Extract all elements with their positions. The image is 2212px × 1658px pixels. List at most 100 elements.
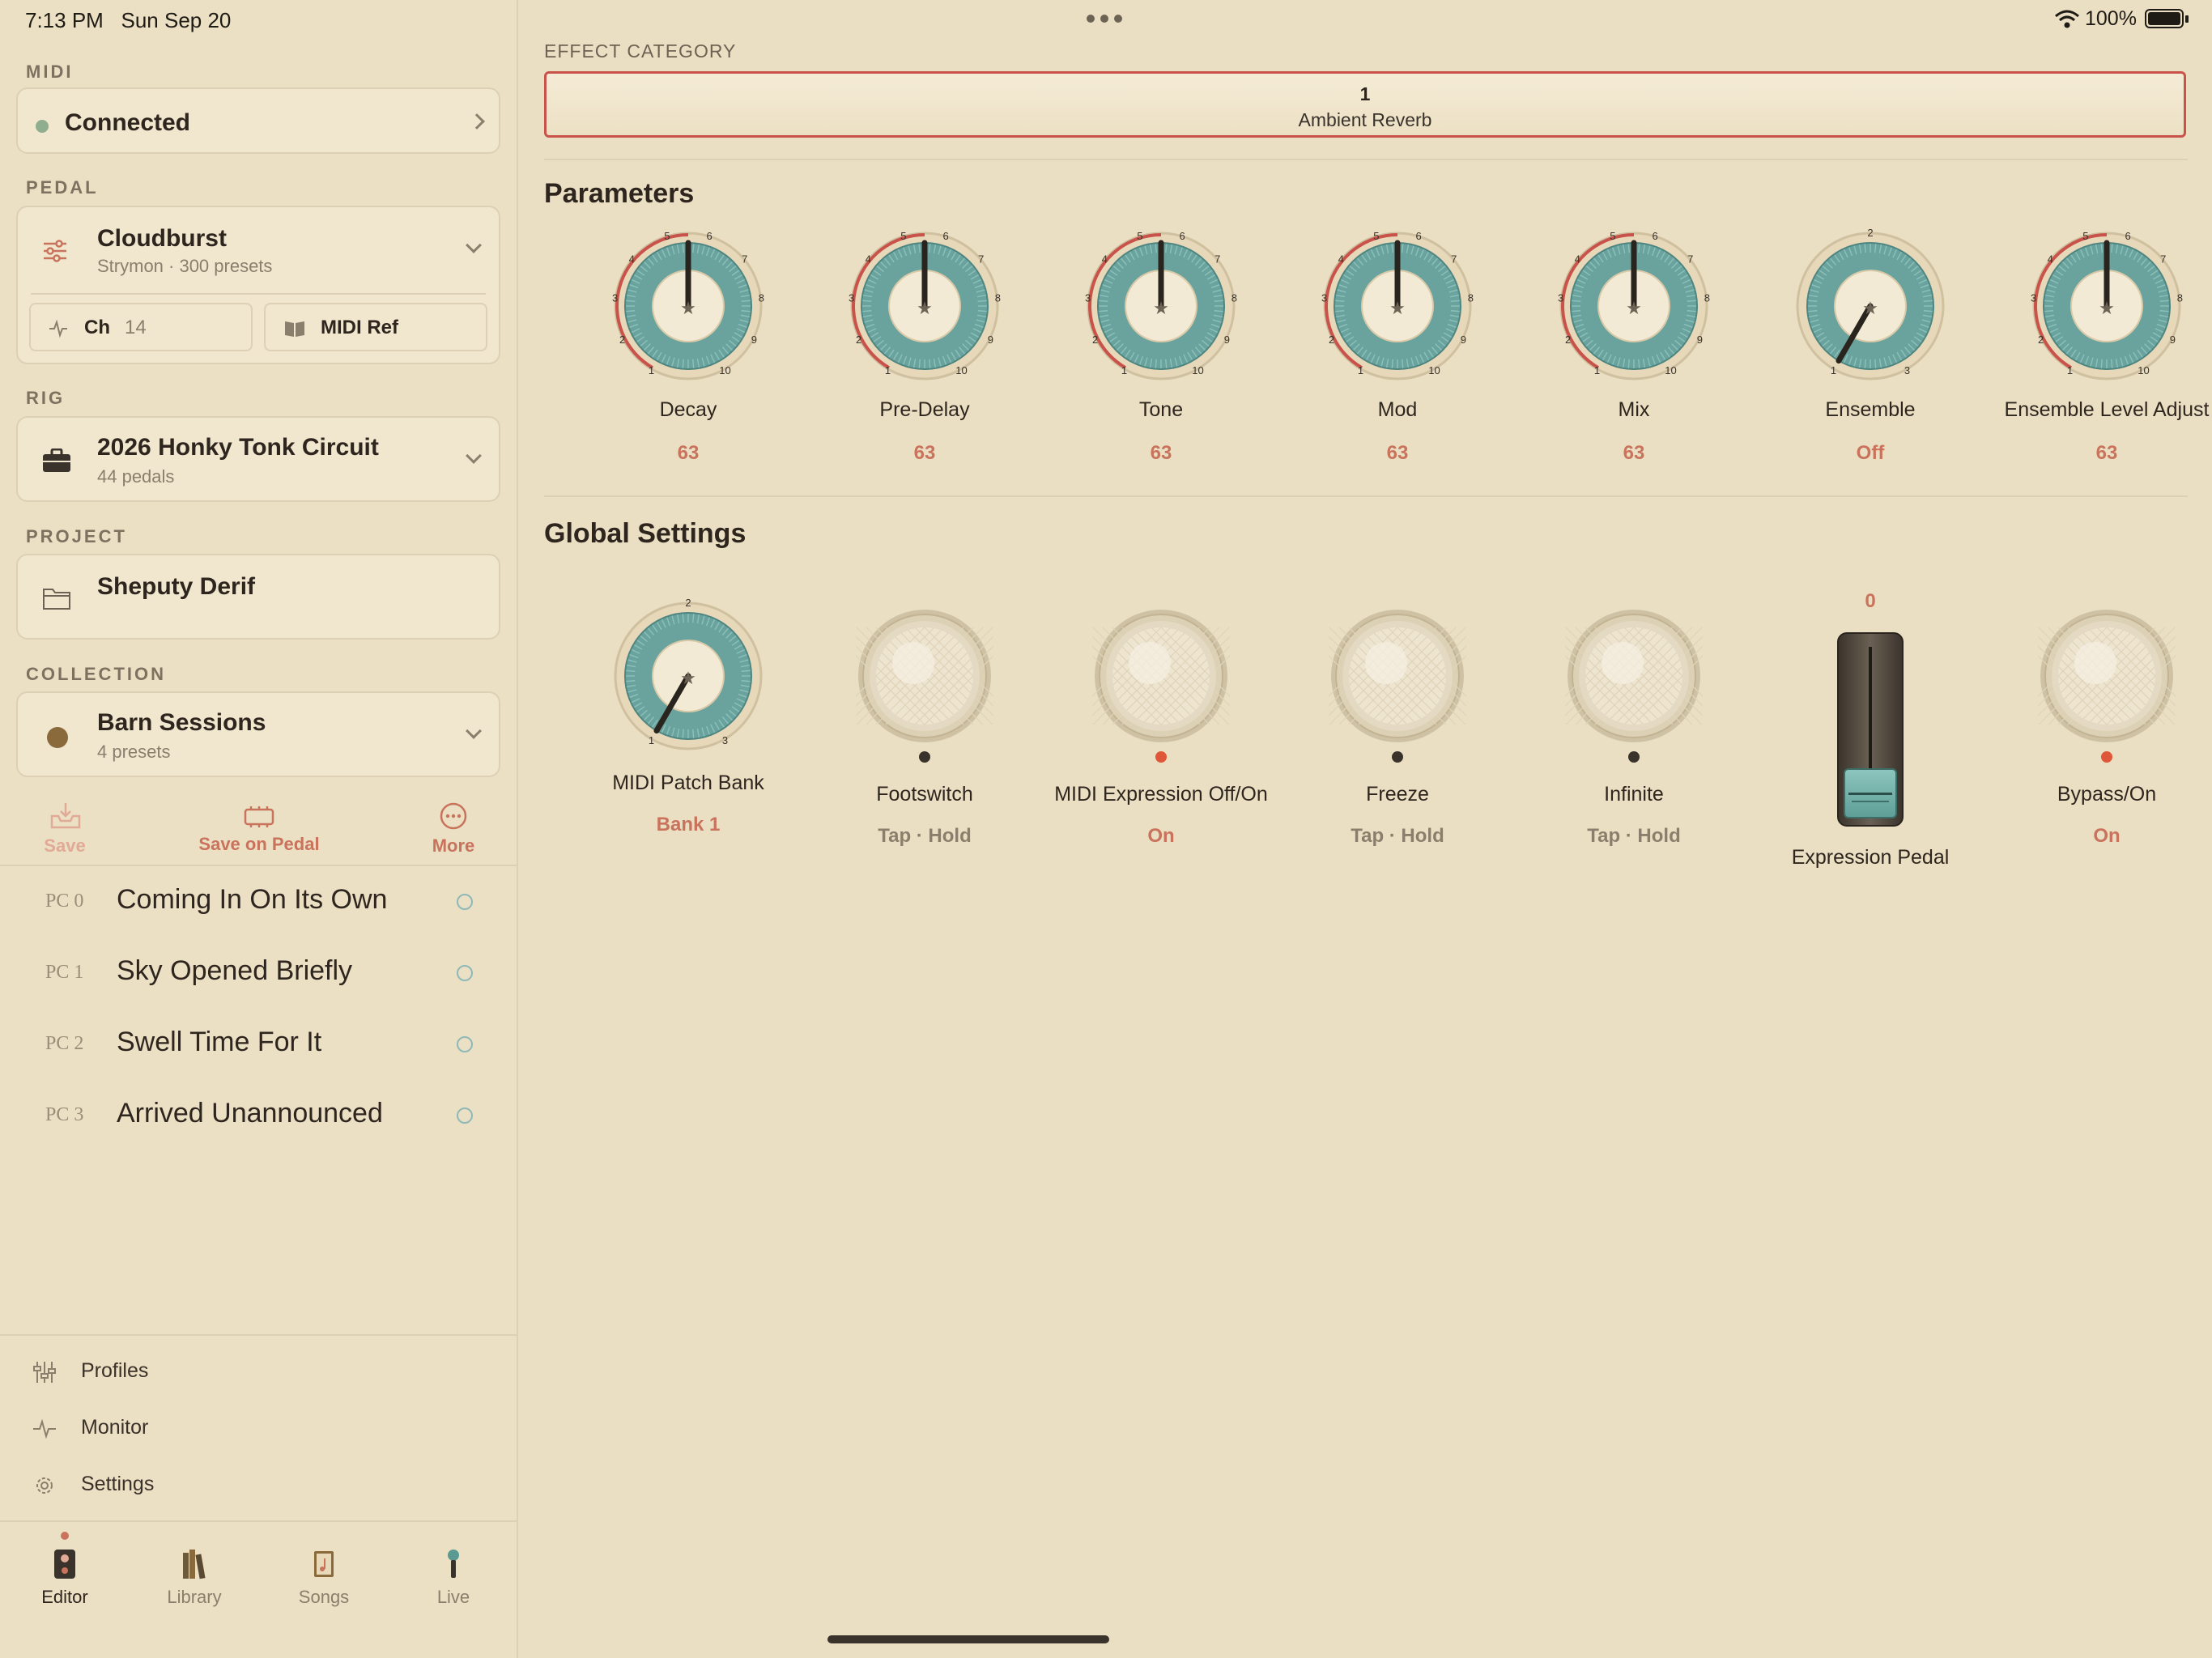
save-on-pedal-button[interactable]: Save on Pedal bbox=[194, 801, 324, 858]
tick-label: 3 bbox=[722, 734, 728, 746]
preset-pc: PC 2 bbox=[45, 1033, 84, 1054]
tick-label: 1 bbox=[885, 364, 891, 376]
param-knob-name: Tone bbox=[1138, 398, 1184, 421]
tab-live-label: Live bbox=[436, 1587, 470, 1607]
tick-label: 9 bbox=[751, 334, 757, 346]
param-knob[interactable]: 1 2 3 4 5 6 7 8 9 10 ★ bbox=[1075, 225, 1247, 387]
param-knob-name: Mix bbox=[1618, 398, 1650, 421]
more-button[interactable]: More bbox=[389, 801, 518, 858]
tick-label: 5 bbox=[2082, 230, 2088, 242]
active-dot bbox=[61, 1532, 69, 1540]
project-card[interactable]: Sheputy Derif bbox=[16, 554, 500, 640]
param-knob-name: Ensemble bbox=[1825, 398, 1916, 421]
tick-label: 3 bbox=[1904, 364, 1910, 376]
rig-name: 2026 Honky Tonk Circuit bbox=[97, 434, 379, 461]
save-button[interactable]: Save bbox=[0, 801, 130, 858]
profiles-nav-item[interactable]: Profiles bbox=[0, 1347, 518, 1396]
param-knob[interactable]: 1 2 3 4 5 6 7 8 9 10 ★ bbox=[2021, 225, 2193, 387]
footswitch-control[interactable]: Footswitch Tap · Hold bbox=[827, 595, 1022, 854]
rig-card[interactable]: 2026 Honky Tonk Circuit 44 pedals bbox=[16, 416, 500, 502]
footswitch-knob[interactable] bbox=[856, 607, 993, 745]
midi-patch-bank-knob[interactable]: 1 2 3 ★ bbox=[602, 595, 774, 757]
param-knob[interactable]: 1 2 3 4 5 6 7 8 9 10 ★ bbox=[1312, 225, 1483, 387]
monitor-nav-item[interactable]: Monitor bbox=[0, 1404, 518, 1452]
expression-pedal-control[interactable]: 0 Expression Pedal bbox=[1773, 587, 1967, 878]
param-knob-control[interactable]: 1 2 3 4 5 6 7 8 9 10 ★ Decay 63 bbox=[591, 225, 785, 468]
infinite-sub: Tap · Hold bbox=[1587, 825, 1681, 847]
tick-label: 2 bbox=[619, 334, 625, 346]
tab-songs[interactable]: Songs bbox=[259, 1538, 389, 1627]
tick-label: 8 bbox=[2177, 291, 2183, 304]
tick-label: 4 bbox=[1575, 253, 1580, 266]
sidebar: 7:13 PM Sun Sep 20 MIDI Connected PEDAL … bbox=[0, 0, 518, 1658]
connection-dot-icon bbox=[36, 120, 49, 133]
effect-category-label: EFFECT CATEGORY bbox=[544, 40, 737, 62]
tick-label: 5 bbox=[900, 230, 906, 242]
battery-percent: 100% bbox=[2085, 7, 2137, 30]
tick-label: 1 bbox=[1831, 364, 1836, 376]
effect-number: 1 bbox=[1359, 83, 1371, 104]
param-knob-control[interactable]: 1 2 3 4 5 6 7 8 9 10 ★ Mix 63 bbox=[1537, 225, 1731, 468]
tick-label: 6 bbox=[1415, 230, 1421, 242]
preset-name: Swell Time For It bbox=[117, 1027, 322, 1057]
tick-label: 10 bbox=[1192, 364, 1203, 376]
collection-name: Barn Sessions bbox=[97, 709, 266, 736]
save-on-pedal-label: Save on Pedal bbox=[198, 834, 320, 854]
divider bbox=[544, 495, 2188, 497]
midi-patch-bank-control[interactable]: 1 2 3 ★ MIDI Patch Bank Bank 1 bbox=[591, 595, 785, 838]
freeze-control[interactable]: Freeze Tap · Hold bbox=[1300, 595, 1495, 854]
channel-button[interactable]: Ch 14 bbox=[29, 303, 253, 351]
param-knob[interactable]: 1 2 3 4 5 6 7 8 9 10 ★ bbox=[1548, 225, 1720, 387]
monitor-label: Monitor bbox=[81, 1416, 149, 1439]
midi-expression-knob[interactable] bbox=[1092, 607, 1230, 745]
tick-label: 1 bbox=[1358, 364, 1363, 376]
expression-pedal-value: 0 bbox=[1865, 590, 1876, 612]
bypass-control[interactable]: Bypass/On On bbox=[2010, 595, 2204, 854]
param-knob-value: 63 bbox=[913, 442, 936, 464]
tick-label: 8 bbox=[1468, 291, 1474, 304]
preset-row[interactable]: PC 1 Sky Opened Briefly bbox=[0, 937, 518, 1009]
expression-pedal-slider[interactable] bbox=[1837, 632, 1904, 827]
midi-expression-control[interactable]: MIDI Expression Off/On On bbox=[1054, 595, 1268, 854]
editor-main: 100% EFFECT CATEGORY 1 Ambient Reverb Pa… bbox=[520, 0, 2212, 1658]
tick-label: 7 bbox=[1687, 253, 1693, 266]
param-knob-control[interactable]: 1 2 3 4 5 6 7 8 9 10 ★ Pre-Delay 63 bbox=[827, 225, 1022, 468]
infinite-knob[interactable] bbox=[1565, 607, 1703, 745]
slider-thumb[interactable] bbox=[1844, 768, 1897, 818]
tick-label: 10 bbox=[1665, 364, 1676, 376]
param-knob-control[interactable]: 1 2 3 ★ Ensemble Off bbox=[1773, 225, 1967, 468]
tick-label: 9 bbox=[2170, 334, 2176, 346]
midi-patch-bank-value: Bank 1 bbox=[656, 814, 721, 835]
preset-row[interactable]: PC 3 Arrived Unannounced bbox=[0, 1080, 518, 1151]
bypass-knob[interactable] bbox=[2038, 607, 2176, 745]
preset-row[interactable]: PC 2 Swell Time For It bbox=[0, 1009, 518, 1080]
param-knob-name: Mod bbox=[1377, 398, 1418, 421]
multitask-dots-icon[interactable] bbox=[1087, 11, 1125, 23]
freeze-knob[interactable] bbox=[1329, 607, 1466, 745]
tick-label: 7 bbox=[2160, 253, 2166, 266]
collection-card[interactable]: Barn Sessions 4 presets bbox=[16, 691, 500, 777]
param-knob[interactable]: 1 2 3 4 5 6 7 8 9 10 ★ bbox=[839, 225, 1010, 387]
midi-ref-button[interactable]: MIDI Ref bbox=[264, 303, 487, 351]
preset-pc: PC 3 bbox=[45, 1104, 84, 1125]
gear-icon bbox=[36, 1477, 53, 1494]
tick-label: 3 bbox=[612, 291, 618, 304]
param-knob-control[interactable]: 1 2 3 4 5 6 7 8 9 10 ★ Tone 63 bbox=[1064, 225, 1258, 468]
infinite-control[interactable]: Infinite Tap · Hold bbox=[1537, 595, 1731, 854]
tick-label: 6 bbox=[2125, 230, 2130, 242]
param-knob-control[interactable]: 1 2 3 4 5 6 7 8 9 10 ★ Ensemble Level Adjust 63 bbox=[2005, 225, 2210, 468]
tab-editor[interactable]: Editor bbox=[0, 1532, 130, 1627]
effect-category-selector[interactable]: 1 Ambient Reverb bbox=[544, 71, 2186, 138]
param-knob[interactable]: 1 2 3 ★ bbox=[1784, 225, 1956, 387]
param-knob-control[interactable]: 1 2 3 4 5 6 7 8 9 10 ★ Mod 63 bbox=[1300, 225, 1495, 468]
tab-library[interactable]: Library bbox=[130, 1538, 259, 1627]
param-knob[interactable]: 1 2 3 4 5 6 7 8 9 10 ★ bbox=[602, 225, 774, 387]
midi-status-card[interactable]: Connected bbox=[16, 87, 500, 154]
book-icon bbox=[285, 321, 304, 337]
param-knob-value: 63 bbox=[1623, 442, 1645, 464]
tab-live[interactable]: Live bbox=[389, 1538, 518, 1627]
midi-patch-bank-name: MIDI Patch Bank bbox=[612, 772, 764, 794]
settings-nav-item[interactable]: Settings bbox=[0, 1460, 518, 1509]
tick-label: 6 bbox=[1652, 230, 1657, 242]
preset-row[interactable]: PC 0 Coming In On Its Own bbox=[0, 866, 518, 937]
